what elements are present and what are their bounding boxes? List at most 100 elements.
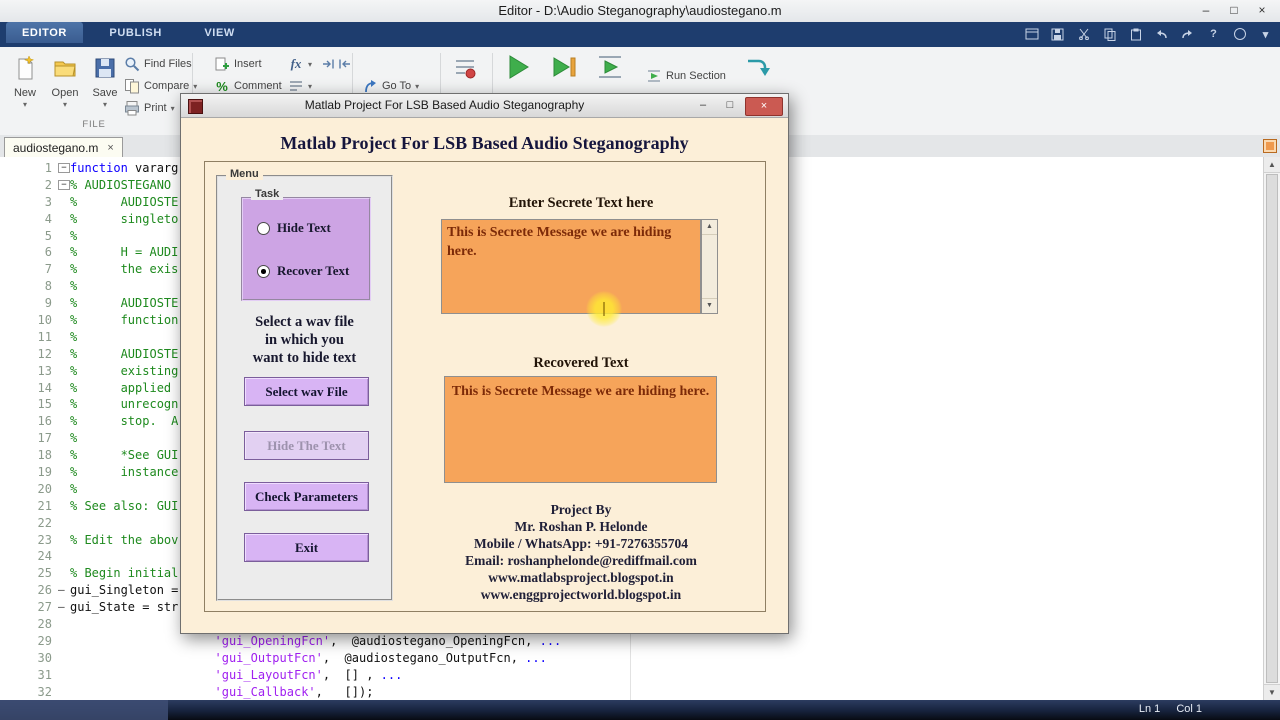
radio-button-icon[interactable] <box>257 221 270 235</box>
fold-toggle-icon[interactable]: − <box>58 179 70 190</box>
scroll-up-icon[interactable]: ▲ <box>1264 157 1280 173</box>
editor-actions-icon[interactable] <box>1263 139 1277 153</box>
cut-icon[interactable] <box>1075 26 1092 42</box>
quick-access-toolbar: ? ▾ <box>1023 26 1274 42</box>
scroll-up-icon[interactable]: ▲ <box>702 220 717 235</box>
find-files-button[interactable]: Find Files <box>124 55 192 73</box>
community-icon[interactable] <box>1231 26 1248 42</box>
project-line: Mr. Roshan P. Helonde <box>514 519 648 534</box>
dialog-close-button[interactable]: × <box>745 97 783 116</box>
window-restore-button[interactable]: □ <box>1220 0 1248 21</box>
select-line: Select a wav file <box>255 314 354 330</box>
dialog-app-icon <box>188 99 203 114</box>
secret-text-area[interactable]: This is Secrete Message we are hiding he… <box>441 219 701 314</box>
hide-the-text-button[interactable]: Hide The Text <box>244 431 369 460</box>
code-line[interactable]: 31 'gui_LayoutFcn', [] , ... <box>0 667 1263 684</box>
undo-icon[interactable] <box>1153 26 1170 42</box>
code-text: 'gui_LayoutFcn', [] , ... <box>214 667 403 682</box>
run-section-big-button[interactable] <box>596 53 624 86</box>
code-line[interactable]: 30 'gui_OutputFcn', @audiostegano_Output… <box>0 650 1263 667</box>
line-number: 14 <box>37 380 52 395</box>
line-number: 28 <box>37 617 52 632</box>
executable-line-marker[interactable]: – <box>58 599 70 616</box>
compare-label: Compare <box>144 80 190 92</box>
save-button[interactable]: Save ▾ <box>86 51 124 125</box>
go-to-icon <box>362 79 378 93</box>
print-label: Print <box>144 102 167 114</box>
editor-vertical-scrollbar[interactable]: ▲ ▼ <box>1263 157 1280 700</box>
select-line: in which you <box>265 332 344 348</box>
line-number: 19 <box>37 465 52 480</box>
indent-left-button[interactable] <box>336 55 352 73</box>
line-number: 16 <box>37 414 52 429</box>
run-section-button[interactable]: Run Section <box>646 67 726 85</box>
line-number: 21 <box>37 498 52 513</box>
advance-button[interactable] <box>744 55 772 86</box>
code-text: % singleto <box>70 211 179 226</box>
window-close-button[interactable]: × <box>1248 0 1276 21</box>
run-and-advance-button[interactable] <box>550 53 578 86</box>
insert-function-button[interactable]: fx ▾ <box>288 55 312 73</box>
line-number: 5 <box>44 228 52 243</box>
radio-button-icon[interactable] <box>257 264 270 278</box>
code-text: % the exis <box>70 262 179 277</box>
save-icon[interactable] <box>1049 26 1066 42</box>
scroll-down-icon[interactable]: ▼ <box>1264 684 1280 700</box>
radio-recover-text[interactable]: Recover Text <box>257 263 349 279</box>
line-number: 20 <box>37 481 52 496</box>
scrollbar-thumb[interactable] <box>1266 174 1278 683</box>
line-number: 3 <box>44 194 52 209</box>
run-button[interactable] <box>504 53 532 86</box>
breakpoints-button[interactable] <box>452 55 478 86</box>
insert-button[interactable]: Insert <box>214 55 262 73</box>
find-files-icon <box>124 56 140 72</box>
print-button[interactable]: Print ▾ <box>124 99 175 117</box>
tab-editor[interactable]: EDITOR <box>6 22 83 43</box>
radio-label: Recover Text <box>277 263 350 278</box>
dialog-restore-button[interactable]: □ <box>718 97 742 114</box>
dialog-window-controls: – □ × <box>691 97 783 116</box>
line-number: 7 <box>44 262 52 277</box>
indent-right-button[interactable] <box>320 55 336 73</box>
line-number: 2 <box>44 177 52 192</box>
comment-percent-icon: % <box>216 78 228 94</box>
chevron-down-icon: ▾ <box>193 81 198 91</box>
tab-view[interactable]: VIEW <box>188 22 251 43</box>
redo-icon[interactable] <box>1179 26 1196 42</box>
project-info: Project By Mr. Roshan P. Helonde Mobile / … <box>406 501 756 603</box>
select-wav-file-button[interactable]: Select wav File <box>244 377 369 406</box>
recovered-text-area[interactable]: This is Secrete Message we are hiding he… <box>444 376 717 483</box>
code-line[interactable]: 32 'gui_Callback', []); <box>0 684 1263 701</box>
find-files-label: Find Files <box>144 58 192 70</box>
status-line-indicator: Ln 1 <box>1138 703 1161 715</box>
save-disk-icon <box>86 55 124 83</box>
fold-toggle-icon[interactable]: − <box>58 163 70 173</box>
toolbar-options-chevron-icon[interactable]: ▾ <box>1257 26 1274 42</box>
scroll-down-icon[interactable]: ▼ <box>702 298 717 313</box>
code-text: % <box>70 431 78 446</box>
file-section-label: FILE <box>82 119 106 130</box>
editor-tab-audiostegano[interactable]: audiostegano.m × <box>4 137 123 157</box>
go-to-label: Go To <box>382 80 412 92</box>
window-titlebar[interactable]: Editor - D:\Audio Steganography\audioste… <box>0 0 1280 23</box>
new-script-button[interactable]: New ▾ <box>6 51 44 125</box>
desktop-layout-icon[interactable] <box>1023 26 1040 42</box>
dialog-minimize-button[interactable]: – <box>691 97 715 114</box>
copy-icon[interactable] <box>1101 26 1118 42</box>
secret-text-scrollbar[interactable]: ▲ ▼ <box>701 219 718 314</box>
check-parameters-button[interactable]: Check Parameters <box>244 482 369 511</box>
dialog-titlebar[interactable]: Matlab Project For LSB Based Audio Stega… <box>181 94 788 118</box>
window-minimize-button[interactable]: – <box>1192 0 1220 21</box>
executable-line-marker[interactable]: – <box>58 582 70 599</box>
radio-label: Hide Text <box>277 220 331 235</box>
code-line[interactable]: 29 'gui_OpeningFcn', @audiostegano_Openi… <box>0 633 1263 650</box>
comment-label: Comment <box>234 80 282 92</box>
open-button[interactable]: Open ▾ <box>46 51 84 125</box>
new-button-label: New <box>13 87 36 99</box>
radio-hide-text[interactable]: Hide Text <box>257 220 331 236</box>
help-icon[interactable]: ? <box>1205 26 1222 42</box>
tab-publish[interactable]: PUBLISH <box>93 22 177 43</box>
tab-close-icon[interactable]: × <box>107 142 113 154</box>
paste-icon[interactable] <box>1127 26 1144 42</box>
exit-button[interactable]: Exit <box>244 533 369 562</box>
